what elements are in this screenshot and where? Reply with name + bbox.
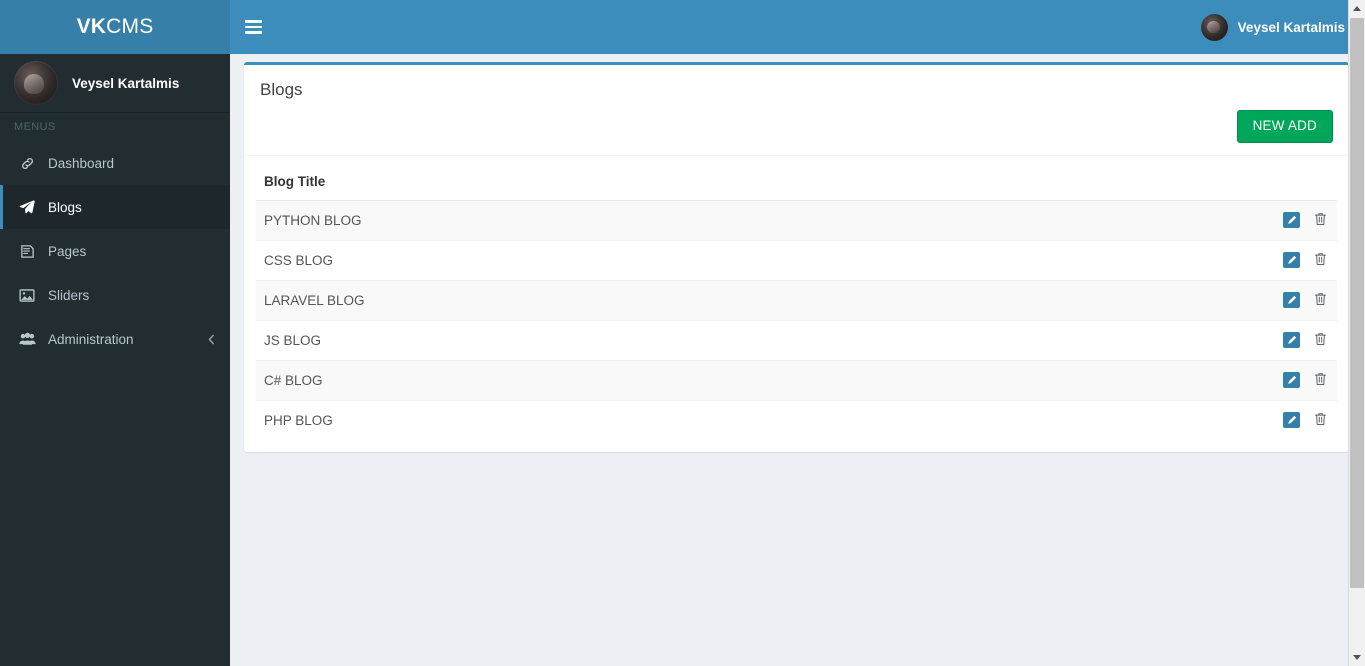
edit-button[interactable] (1283, 372, 1300, 389)
sidebar-item-pages[interactable]: Pages (0, 229, 230, 273)
card-toolbar: NEW ADD (244, 105, 1349, 156)
row-actions-cell (1251, 320, 1337, 361)
card-header: Blogs (244, 65, 1349, 105)
sidebar-item-label: Sliders (48, 287, 90, 303)
trash-icon (1314, 212, 1327, 229)
blog-title-cell: PYTHON BLOG (256, 200, 1251, 241)
table-row: CSS BLOG (256, 240, 1337, 281)
table-header-row: Blog Title (256, 165, 1337, 201)
sidebar-item-label: Pages (48, 243, 87, 259)
pencil-icon (1287, 333, 1297, 348)
delete-button[interactable] (1312, 412, 1329, 429)
scrollbar-thumb[interactable] (1350, 18, 1364, 588)
chevron-down-icon (1353, 655, 1361, 660)
edit-button[interactable] (1283, 212, 1300, 229)
new-add-button[interactable]: NEW ADD (1236, 110, 1333, 143)
delete-button[interactable] (1312, 292, 1329, 309)
sidebar-toggle-button[interactable] (230, 0, 276, 54)
row-actions-cell (1251, 240, 1337, 281)
edit-button[interactable] (1283, 292, 1300, 309)
pencil-icon (1287, 413, 1297, 428)
chevron-up-icon (1353, 6, 1361, 11)
sidebar-item-label: Dashboard (48, 155, 115, 171)
sidebar-user-name: Veysel Kartalmis (72, 75, 180, 91)
blog-title-cell: PHP BLOG (264, 412, 333, 428)
sidebar-item-label: Blogs (48, 199, 82, 215)
trash-icon (1314, 412, 1327, 429)
edit-button[interactable] (1283, 412, 1300, 429)
blog-title-cell: CSS BLOG (256, 240, 1251, 281)
brand-logo-bold: VK (76, 15, 107, 38)
admin-dashboard: VKCMS Veysel Kartalmis MENUS Dashboard (0, 0, 1365, 666)
users-icon (17, 330, 37, 348)
trash-icon (1314, 252, 1327, 269)
navbar-user-menu[interactable]: Veysel Kartalmis (1191, 0, 1351, 54)
trash-icon (1314, 332, 1327, 349)
content-wrapper: Veysel Kartalmis Blogs NEW ADD Blog Titl… (230, 0, 1365, 666)
delete-button[interactable] (1312, 372, 1329, 389)
scrollbar-down-button[interactable] (1349, 649, 1365, 666)
edit-button[interactable] (1283, 332, 1300, 349)
sidebar-user-panel[interactable]: Veysel Kartalmis (0, 54, 230, 113)
blog-title-cell: C# BLOG (256, 360, 1251, 401)
blogs-table: Blog Title PYTHON BLOG CSS BLOG LARAVEL BL… (256, 165, 1337, 440)
table-body: PYTHON BLOG CSS BLOG LARAVEL BLOG JS BLOG C#… (256, 200, 1337, 440)
blogs-card: Blogs NEW ADD Blog Title PYTHON BLOGCSS (244, 62, 1349, 452)
table-row: PYTHON BLOG (256, 200, 1337, 241)
main-content: Blogs NEW ADD Blog Title PYTHON BLOGCSS (230, 54, 1365, 666)
pencil-icon (1287, 253, 1297, 268)
scrollbar-up-button[interactable] (1349, 0, 1365, 17)
sidebar-item-administration[interactable]: Administration (0, 317, 230, 361)
paper-plane-icon (17, 198, 37, 216)
sidebar: VKCMS Veysel Kartalmis MENUS Dashboard (0, 0, 230, 666)
row-actions-cell (1251, 360, 1337, 401)
blog-title-cell: LARAVEL BLOG (256, 280, 1251, 321)
sidebar-item-sliders[interactable]: Sliders (0, 273, 230, 317)
chevron-left-icon (204, 332, 218, 346)
sidebar-menu-header: MENUS (0, 113, 230, 141)
pencil-icon (1287, 373, 1297, 388)
file-text-icon (17, 242, 37, 260)
edit-button[interactable] (1283, 252, 1300, 269)
brand-logo[interactable]: VK CMS (0, 0, 230, 54)
pencil-icon (1287, 293, 1297, 308)
delete-button[interactable] (1312, 252, 1329, 269)
sidebar-item-label: Administration (48, 331, 134, 347)
avatar (14, 61, 58, 105)
table-head: Blog Title (256, 165, 1337, 201)
blog-title-cell: JS BLOG (256, 320, 1251, 361)
image-icon (17, 286, 37, 304)
browser-scrollbar[interactable] (1348, 0, 1365, 666)
sidebar-nav: Dashboard Blogs Pages Sliders Administra… (0, 141, 230, 361)
top-navbar: Veysel Kartalmis (230, 0, 1365, 54)
row-actions-cell (1251, 400, 1337, 440)
table-row: C# BLOG (256, 360, 1337, 401)
delete-button[interactable] (1312, 332, 1329, 349)
link-icon (17, 154, 37, 172)
table-row: LARAVEL BLOG (256, 280, 1337, 321)
sidebar-item-dashboard[interactable]: Dashboard (0, 141, 230, 185)
brand-logo-light: CMS (106, 15, 154, 38)
trash-icon (1314, 292, 1327, 309)
delete-button[interactable] (1312, 212, 1329, 229)
table-row: JS BLOG (256, 320, 1337, 361)
page-title: Blogs (260, 80, 303, 99)
sidebar-item-blogs[interactable]: Blogs (0, 185, 230, 229)
card-body: Blog Title PYTHON BLOG CSS BLOG LARAVEL BL… (244, 156, 1349, 452)
row-actions-cell (1251, 200, 1337, 241)
avatar (1200, 13, 1228, 41)
column-header-actions (1251, 165, 1337, 201)
pencil-icon (1287, 213, 1297, 228)
table-row: PHP BLOG (256, 400, 1337, 440)
row-actions-cell (1251, 280, 1337, 321)
trash-icon (1314, 372, 1327, 389)
navbar-user-name: Veysel Kartalmis (1237, 19, 1345, 35)
hamburger-menu-icon (244, 20, 262, 34)
column-header-blog-title: Blog Title (256, 165, 1251, 201)
